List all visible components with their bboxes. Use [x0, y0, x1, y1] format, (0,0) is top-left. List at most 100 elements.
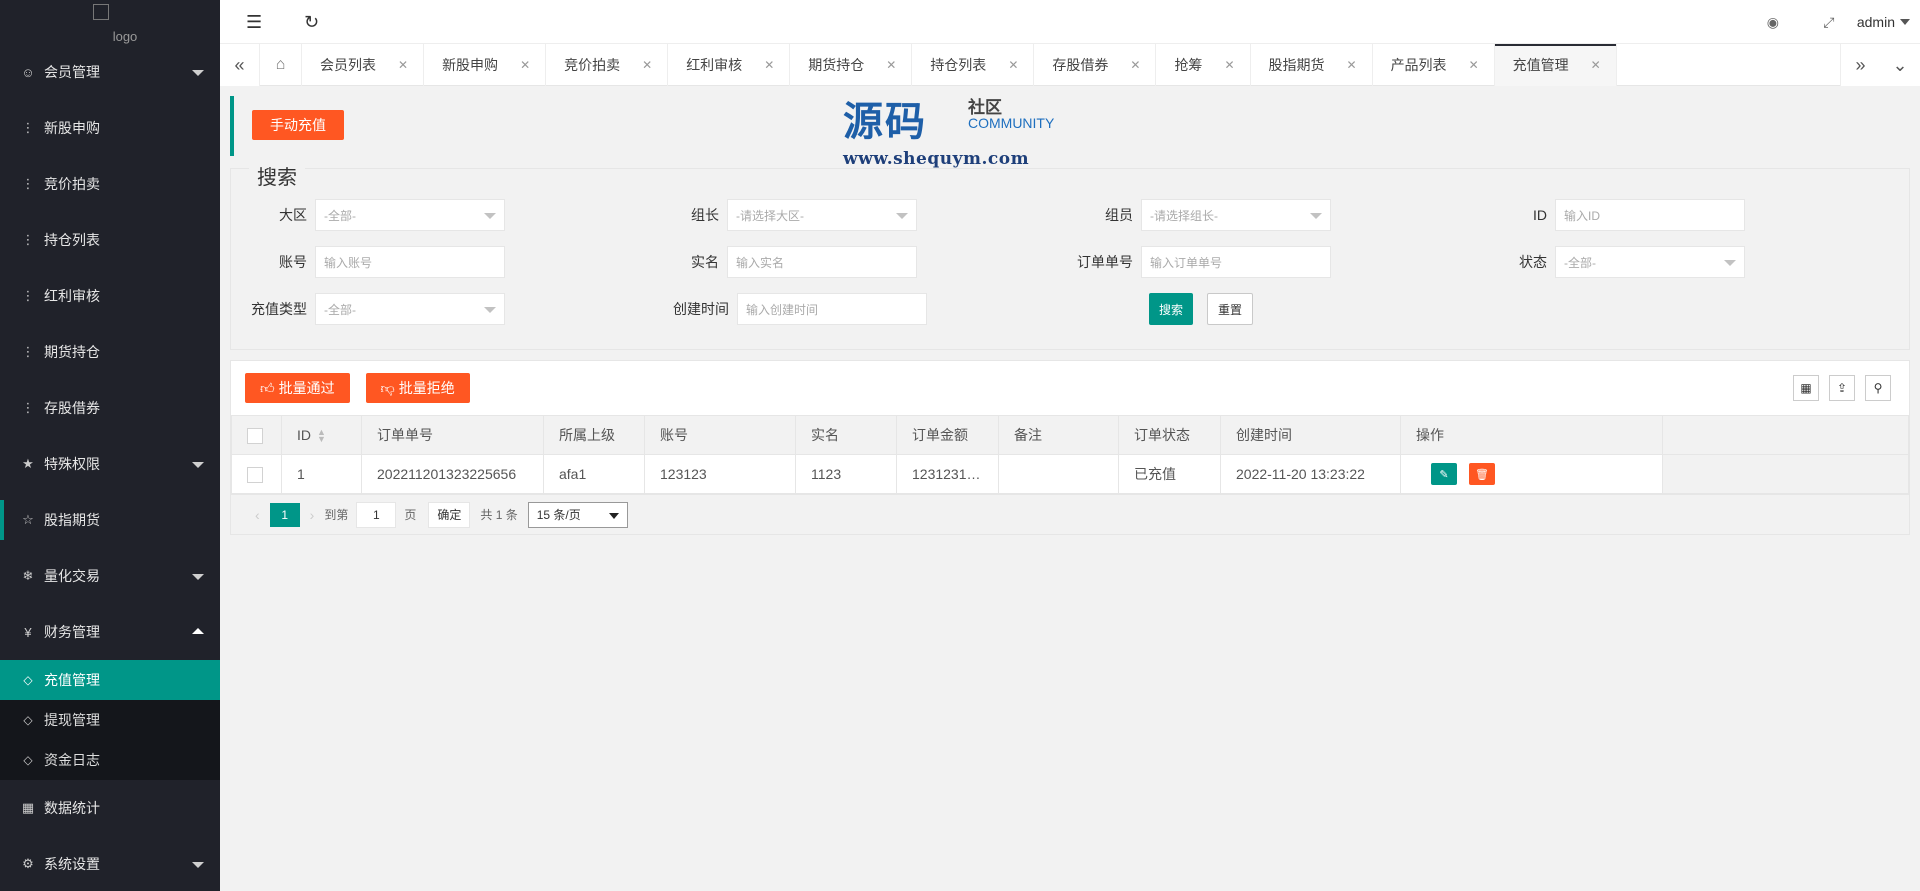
- goto-page-input[interactable]: 1: [356, 501, 397, 528]
- tab-ipo[interactable]: 新股申购 ✕: [424, 44, 547, 86]
- sidebar-item-withdraw[interactable]: ◇ 提现管理: [0, 700, 220, 740]
- tab-product-list[interactable]: 产品列表 ✕: [1373, 44, 1495, 86]
- sidebar-item-auction[interactable]: ⋮ 竞价拍卖: [0, 156, 220, 212]
- sidebar-item-label: 新股申购: [44, 120, 100, 136]
- chevron-up-icon: [192, 628, 204, 634]
- region-select[interactable]: -全部-: [315, 199, 505, 231]
- close-icon[interactable]: ✕: [1224, 58, 1234, 72]
- export-icon[interactable]: ⇪: [1829, 375, 1855, 401]
- close-icon[interactable]: ✕: [1347, 58, 1357, 72]
- home-tab-icon[interactable]: ⌂: [260, 44, 302, 86]
- batch-approve-button[interactable]: 👍︎ 批量通过: [245, 373, 350, 403]
- tab-label: 产品列表: [1390, 57, 1447, 73]
- manual-recharge-button[interactable]: 手动充值: [252, 110, 344, 140]
- close-icon[interactable]: ✕: [1591, 58, 1601, 72]
- realname-input[interactable]: 输入实名: [727, 246, 917, 278]
- sidebar-item-stock-lending[interactable]: ⋮ 存股借券: [0, 380, 220, 436]
- close-icon[interactable]: ✕: [398, 58, 408, 72]
- sidebar-item-positions[interactable]: ⋮ 持仓列表: [0, 212, 220, 268]
- thumbs-up-icon: 👍︎: [260, 379, 275, 396]
- tab-positions[interactable]: 持仓列表 ✕: [912, 44, 1035, 86]
- tabs-dropdown-icon[interactable]: ⌄: [1880, 44, 1920, 86]
- cell-status: 已充值: [1118, 454, 1221, 494]
- delete-icon[interactable]: 🗑︎: [1469, 463, 1495, 485]
- sidebar-item-index-futures[interactable]: ☆ 股指期货: [0, 492, 220, 548]
- close-icon[interactable]: ✕: [1130, 58, 1140, 72]
- sidebar-item-label: 资金日志: [44, 752, 100, 768]
- tab-dividends[interactable]: 红利审核 ✕: [668, 44, 791, 86]
- sidebar-item-label: 财务管理: [44, 624, 100, 640]
- action-bar: 手动充值: [230, 96, 1910, 156]
- menu-collapse-icon[interactable]: ☰: [246, 12, 262, 32]
- sidebar-item-futures-positions[interactable]: ⋮ 期货持仓: [0, 324, 220, 380]
- refresh-icon[interactable]: ↻: [304, 12, 319, 32]
- sidebar-item-members[interactable]: ☺ 会员管理: [0, 44, 220, 100]
- leader-select[interactable]: -请选择大区-: [727, 199, 917, 231]
- sidebar-item-ipo[interactable]: ⋮ 新股申购: [0, 100, 220, 156]
- sidebar-item-quant-trading[interactable]: ❄ 量化交易: [0, 548, 220, 604]
- recharge-type-select[interactable]: -全部-: [315, 293, 505, 325]
- tabs-scroll-left-icon[interactable]: «: [220, 44, 260, 86]
- tab-recharge[interactable]: 充值管理 ✕: [1494, 44, 1617, 86]
- close-icon[interactable]: ✕: [764, 58, 774, 72]
- tab-index-futures[interactable]: 股指期货 ✕: [1251, 44, 1373, 86]
- dots-icon: ⋮: [21, 232, 35, 247]
- close-icon[interactable]: ✕: [520, 58, 530, 72]
- page-size-select[interactable]: 15 条/页: [527, 501, 628, 528]
- member-select[interactable]: -请选择组长-: [1141, 199, 1331, 231]
- columns-filter-icon[interactable]: ▦: [1793, 375, 1819, 401]
- column-header-amount: 订单金额: [896, 415, 999, 455]
- column-header-order-no: 订单单号: [361, 415, 544, 455]
- sort-icon[interactable]: ▲ ▼: [317, 428, 326, 444]
- tabs-scroll-right-icon[interactable]: »: [1840, 44, 1880, 86]
- account-input[interactable]: 输入账号: [315, 246, 505, 278]
- current-page[interactable]: 1: [269, 502, 300, 527]
- row-checkbox[interactable]: [247, 466, 263, 483]
- chevron-down-icon: [192, 462, 204, 468]
- search-button[interactable]: 搜索: [1149, 293, 1194, 325]
- order-no-input[interactable]: 输入订单单号: [1141, 246, 1331, 278]
- batch-reject-button[interactable]: 👎︎ 批量拒绝: [365, 373, 470, 403]
- fullscreen-icon[interactable]: ⤢: [1801, 14, 1857, 31]
- sidebar-item-fund-log[interactable]: ◇ 资金日志: [0, 740, 220, 780]
- select-placeholder: -全部-: [324, 208, 356, 223]
- tab-stock-lending[interactable]: 存股借券 ✕: [1034, 44, 1157, 86]
- search-legend: 搜索: [249, 161, 305, 190]
- close-icon[interactable]: ✕: [1008, 58, 1018, 72]
- caret-down-icon: [1900, 19, 1910, 25]
- cell-realname: 1123: [795, 454, 897, 494]
- sidebar-item-settings[interactable]: ⚙ 系统设置: [0, 836, 220, 891]
- sidebar-item-recharge[interactable]: ◇ 充值管理: [0, 660, 220, 700]
- goto-confirm-button[interactable]: 确定: [428, 501, 471, 528]
- member-field: 组员 -请选择组长-: [1071, 199, 1331, 231]
- close-icon[interactable]: ✕: [886, 58, 896, 72]
- tab-auction[interactable]: 竞价拍卖 ✕: [546, 44, 669, 86]
- sidebar: logo ☺ 会员管理 ⋮ 新股申购 ⋮ 竞价拍卖 ⋮ 持仓列表 ⋮ 红利审核 ⋮ 期货持仓…: [0, 0, 220, 891]
- tab-label: 新股申购: [442, 57, 499, 73]
- column-header-id[interactable]: ID ▲ ▼: [281, 415, 362, 455]
- dots-icon: ⋮: [21, 288, 35, 303]
- reset-button[interactable]: 重置: [1207, 293, 1254, 325]
- select-all-checkbox[interactable]: [247, 427, 263, 444]
- status-select[interactable]: -全部-: [1555, 246, 1745, 278]
- close-icon[interactable]: ✕: [1469, 58, 1479, 72]
- next-page-icon[interactable]: ›: [310, 507, 315, 523]
- tab-label: 期货持仓: [808, 57, 865, 73]
- tab-grab[interactable]: 抢筹 ✕: [1156, 44, 1251, 86]
- sidebar-item-finance[interactable]: ¥ 财务管理: [0, 604, 220, 660]
- created-time-input[interactable]: 输入创建时间: [737, 293, 927, 325]
- id-input[interactable]: 输入ID: [1555, 199, 1745, 231]
- print-icon[interactable]: ⚲: [1865, 375, 1891, 401]
- tab-member-list[interactable]: 会员列表 ✕: [302, 44, 425, 86]
- tab-futures-positions[interactable]: 期货持仓 ✕: [790, 44, 913, 86]
- finance-submenu: ◇ 充值管理 ◇ 提现管理 ◇ 资金日志: [0, 660, 220, 780]
- edit-icon[interactable]: ✎: [1431, 463, 1457, 485]
- close-icon[interactable]: ✕: [642, 58, 652, 72]
- sidebar-item-statistics[interactable]: ▦ 数据统计: [0, 780, 220, 836]
- sidebar-item-special-permissions[interactable]: ★ 特殊权限: [0, 436, 220, 492]
- user-menu[interactable]: admin: [1857, 14, 1920, 30]
- column-header-parent: 所属上级: [543, 415, 645, 455]
- sidebar-item-dividends[interactable]: ⋮ 红利审核: [0, 268, 220, 324]
- theme-palette-icon[interactable]: ◉: [1745, 14, 1801, 31]
- prev-page-icon[interactable]: ‹: [255, 507, 260, 523]
